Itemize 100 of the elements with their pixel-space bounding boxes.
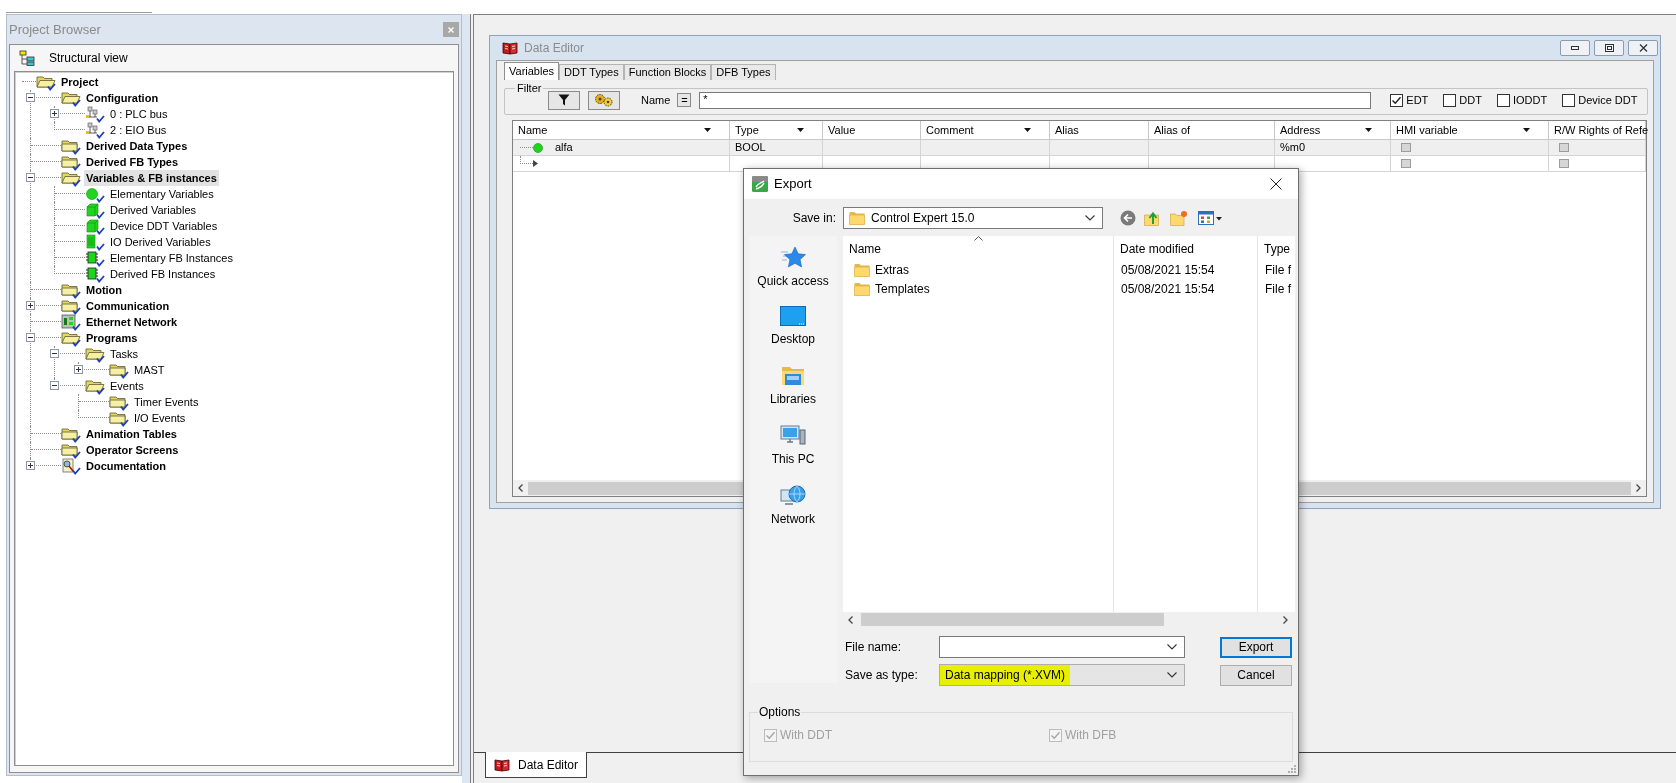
checkbox[interactable] bbox=[1443, 93, 1457, 107]
close-button[interactable] bbox=[1628, 40, 1658, 56]
chevron-down-icon[interactable] bbox=[1167, 672, 1177, 678]
table-cell: BOOL bbox=[730, 140, 823, 155]
tree-item[interactable]: I/O Events bbox=[132, 410, 188, 426]
chevron-down-icon[interactable] bbox=[1085, 215, 1095, 221]
plus-box-icon[interactable] bbox=[26, 461, 35, 470]
view-label[interactable]: Structural view bbox=[49, 49, 128, 67]
navigation-item[interactable]: This PC bbox=[771, 424, 815, 466]
tree-item[interactable]: Derived Variables bbox=[108, 202, 198, 218]
chevron-left-icon[interactable] bbox=[518, 484, 523, 492]
tree-item[interactable]: IO Derived Variables bbox=[108, 234, 213, 250]
tree-item[interactable]: Programs bbox=[84, 330, 140, 346]
minus-box-icon[interactable] bbox=[50, 381, 59, 390]
minus-box-icon[interactable] bbox=[26, 333, 35, 342]
dropdown-arrow-icon[interactable] bbox=[1024, 128, 1031, 132]
minus-box-icon[interactable] bbox=[26, 173, 35, 182]
tab[interactable]: DDT Types bbox=[559, 64, 624, 80]
back-arrow-icon[interactable] bbox=[1120, 210, 1136, 226]
restore-button[interactable] bbox=[1594, 40, 1624, 56]
dialog-button[interactable]: Cancel bbox=[1220, 664, 1292, 686]
dropdown-arrow-icon[interactable] bbox=[797, 128, 804, 132]
document-tab[interactable]: Data Editor bbox=[485, 752, 588, 778]
dialog-button[interactable]: Export bbox=[1220, 636, 1292, 658]
resize-grip-icon[interactable] bbox=[1288, 765, 1296, 773]
tree-item[interactable]: Derived Data Types bbox=[84, 138, 190, 154]
chevron-right-icon[interactable] bbox=[1636, 484, 1641, 492]
splitter-bar[interactable] bbox=[462, 14, 474, 783]
file-name-field[interactable] bbox=[939, 636, 1185, 658]
field-label: Name bbox=[641, 92, 671, 108]
plus-box-icon[interactable] bbox=[74, 365, 83, 374]
dropdown-arrow-icon[interactable] bbox=[1523, 128, 1530, 132]
minus-box-icon[interactable] bbox=[50, 349, 59, 358]
table-row[interactable]: alfa BOOL %m0 bbox=[513, 140, 1646, 156]
tab[interactable]: Function Blocks bbox=[623, 64, 712, 80]
checkbox[interactable] bbox=[1390, 93, 1404, 107]
checkbox[interactable] bbox=[1562, 93, 1576, 107]
variable-name[interactable]: alfa bbox=[555, 139, 573, 156]
filter-button[interactable] bbox=[548, 90, 580, 110]
tree-item[interactable]: Operator Screens bbox=[84, 442, 181, 458]
plus-box-icon[interactable] bbox=[50, 109, 59, 118]
tree-item[interactable]: Motion bbox=[84, 282, 125, 298]
column-header[interactable]: Type bbox=[1258, 236, 1295, 258]
tree-item[interactable]: Elementary FB Instances bbox=[108, 250, 235, 266]
new-folder-icon[interactable] bbox=[1170, 210, 1188, 226]
operator-button[interactable]: = bbox=[677, 93, 692, 107]
checkbox[interactable] bbox=[1401, 159, 1411, 168]
close-icon bbox=[448, 26, 454, 33]
chevron-down-icon[interactable] bbox=[1167, 644, 1177, 650]
gears-button[interactable] bbox=[588, 90, 620, 110]
tree-item[interactable]: Variables & FB instances bbox=[84, 170, 219, 186]
folder-icon bbox=[61, 281, 81, 299]
dropdown-arrow-icon[interactable] bbox=[1365, 128, 1372, 132]
field-label: Save in: bbox=[792, 210, 836, 227]
checkbox[interactable] bbox=[1496, 93, 1510, 107]
tree-item[interactable]: Device DDT Variables bbox=[108, 218, 220, 234]
file-item[interactable]: Extras bbox=[843, 260, 1113, 279]
tree-item[interactable]: Timer Events bbox=[132, 394, 201, 410]
view-menu-icon[interactable] bbox=[1198, 210, 1222, 226]
tree-item[interactable]: Project bbox=[59, 74, 101, 90]
up-folder-icon[interactable] bbox=[1144, 210, 1160, 226]
tree-item[interactable]: Ethernet Network bbox=[84, 314, 180, 330]
name-filter-field[interactable]: * bbox=[699, 91, 1372, 109]
column-header[interactable]: Date modified bbox=[1114, 236, 1257, 258]
chevron-right-icon[interactable] bbox=[1283, 615, 1288, 624]
chevron-left-icon[interactable] bbox=[848, 615, 853, 624]
tree-item[interactable]: Documentation bbox=[84, 458, 169, 474]
file-type-dropdown[interactable]: Data mapping (*.XVM) bbox=[939, 664, 1185, 686]
tree-item[interactable]: Elementary Variables bbox=[108, 186, 216, 202]
tree-item[interactable]: MAST bbox=[132, 362, 167, 378]
checkbox[interactable] bbox=[1559, 143, 1569, 152]
plus-box-icon[interactable] bbox=[26, 301, 35, 310]
tab[interactable]: Variables bbox=[504, 62, 560, 80]
folder-dropdown[interactable]: Control Expert 15.0 bbox=[843, 207, 1103, 229]
folder-icon bbox=[849, 211, 865, 225]
tree-item[interactable]: Tasks bbox=[108, 346, 141, 362]
minus-box-icon[interactable] bbox=[26, 93, 35, 102]
navigation-item[interactable]: Libraries bbox=[770, 364, 816, 406]
network-bus-icon bbox=[85, 105, 105, 123]
column-header[interactable]: Name bbox=[843, 236, 1113, 258]
tree-item[interactable]: Derived FB Types bbox=[84, 154, 181, 170]
tree-item[interactable]: Derived FB Instances bbox=[108, 266, 218, 282]
navigation-item[interactable]: Network bbox=[771, 484, 815, 526]
tree-item[interactable]: Animation Tables bbox=[84, 426, 179, 442]
navigation-item[interactable]: Quick access bbox=[757, 246, 829, 288]
file-detail-cell-text: 05/08/2021 15:54 bbox=[1120, 280, 1216, 298]
navigation-item[interactable]: Desktop bbox=[771, 306, 815, 346]
tab[interactable]: DFB Types bbox=[711, 64, 776, 80]
checkbox[interactable] bbox=[1559, 159, 1569, 168]
dropdown-arrow-icon[interactable] bbox=[704, 128, 711, 132]
tree-item[interactable]: Events bbox=[108, 378, 146, 394]
scrollbar-thumb[interactable] bbox=[861, 613, 1164, 626]
tree-item[interactable]: Communication bbox=[84, 298, 172, 314]
file-item[interactable]: Templates bbox=[843, 279, 1113, 298]
tree-item[interactable]: 2 : EIO Bus bbox=[108, 122, 169, 138]
tree-item[interactable]: 0 : PLC bus bbox=[108, 106, 170, 122]
minimize-button[interactable] bbox=[1560, 40, 1590, 56]
folder-icon bbox=[109, 409, 129, 427]
checkbox[interactable] bbox=[1401, 143, 1411, 152]
tree-item[interactable]: Configuration bbox=[84, 90, 161, 106]
